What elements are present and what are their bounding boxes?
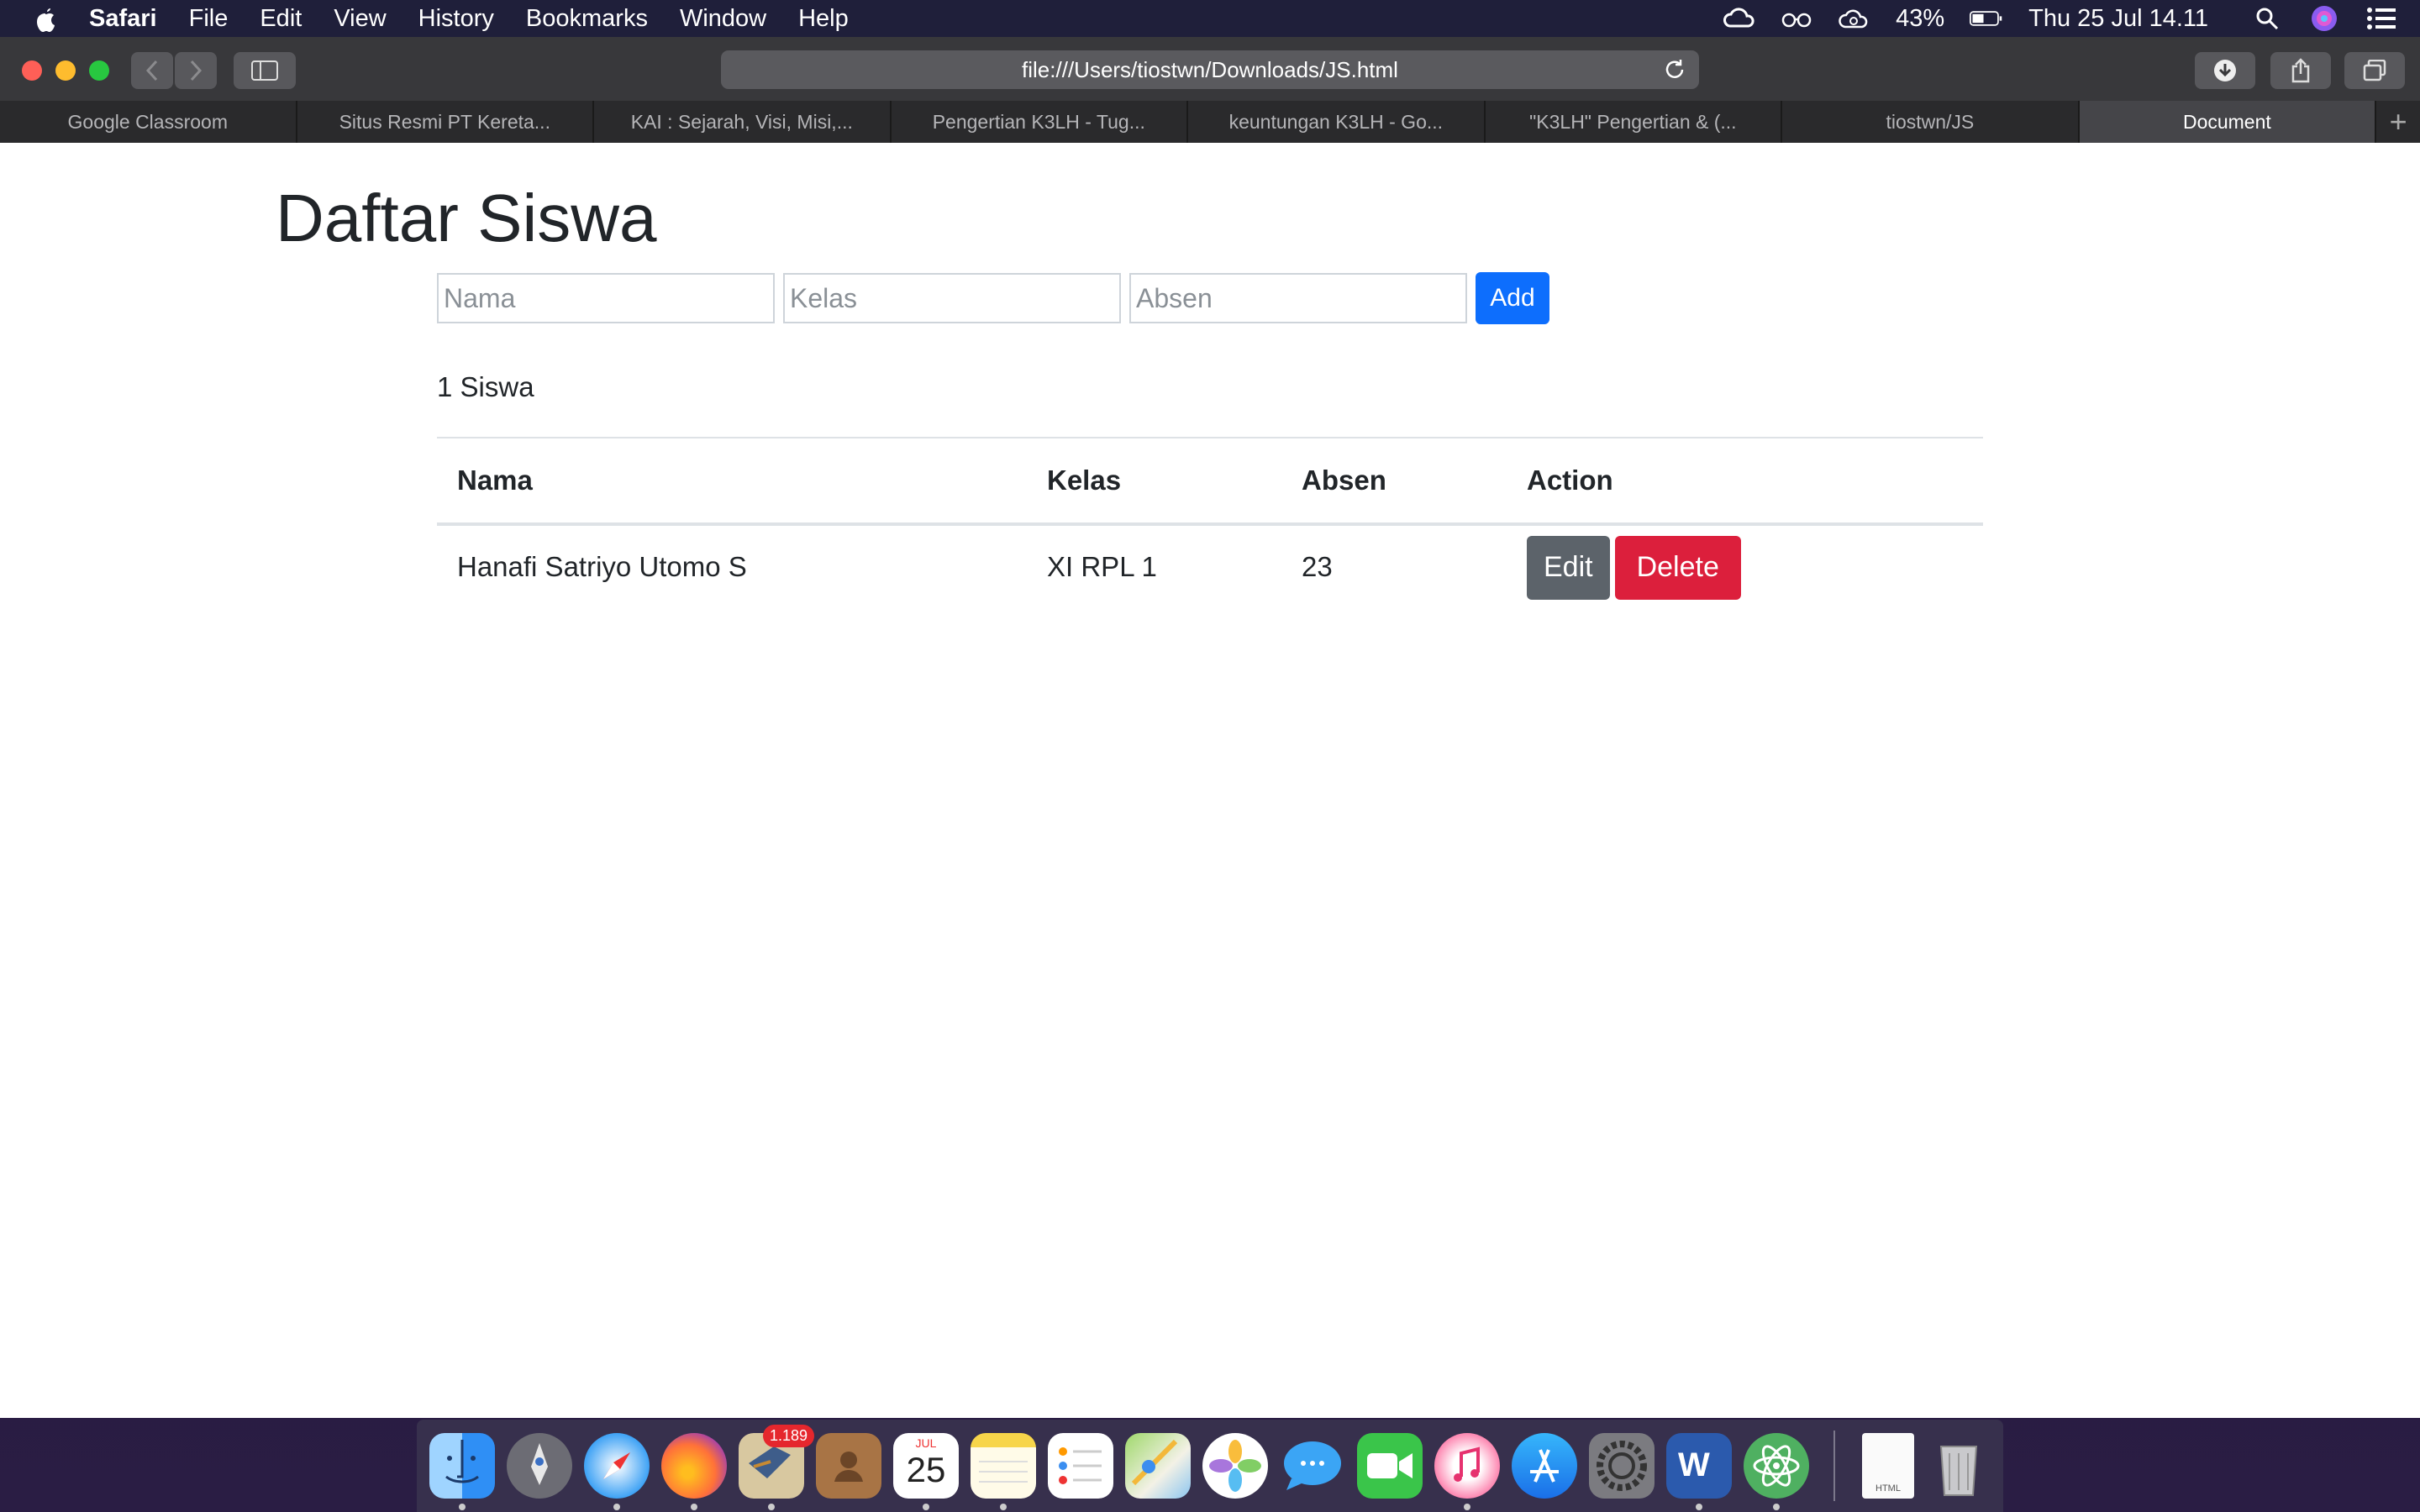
menu-history[interactable]: History [418, 5, 494, 33]
delete-button[interactable]: Delete [1614, 535, 1741, 600]
header-absen: Absen [1281, 437, 1507, 526]
word-letter: W [1678, 1446, 1710, 1483]
student-count: 1 Siswa [437, 371, 534, 402]
menu-view[interactable]: View [334, 5, 386, 33]
menu-file[interactable]: File [189, 5, 229, 33]
reload-icon[interactable] [1662, 57, 1687, 82]
launchpad-icon[interactable] [507, 1433, 572, 1499]
header-action: Action [1507, 437, 1983, 526]
web-page: Daftar Siswa Add 1 Siswa Nama Kelas Abse… [0, 143, 2420, 1418]
address-bar[interactable]: file:///Users/tiostwn/Downloads/JS.html [721, 50, 1699, 89]
calendar-month: JUL [915, 1436, 937, 1450]
download-icon [2214, 60, 2236, 81]
tab-overview-button[interactable] [2344, 52, 2405, 89]
absen-input[interactable] [1129, 273, 1467, 323]
close-window-button[interactable] [22, 60, 42, 81]
dock-separator [1833, 1431, 1835, 1501]
menu-window[interactable]: Window [680, 5, 766, 33]
notification-center-icon[interactable] [2365, 6, 2398, 31]
nama-input[interactable] [437, 273, 775, 323]
menu-edit[interactable]: Edit [260, 5, 302, 33]
app-store-icon[interactable] [1512, 1433, 1577, 1499]
photos-icon[interactable] [1202, 1433, 1268, 1499]
table-header-row: Nama Kelas Absen Action [437, 437, 1983, 526]
url-text: file:///Users/tiostwn/Downloads/JS.html [1022, 56, 1398, 82]
itunes-icon[interactable] [1434, 1433, 1500, 1510]
menu-help[interactable]: Help [798, 5, 849, 33]
calendar-day: 25 [906, 1450, 946, 1489]
sidebar-toggle-button[interactable] [234, 52, 296, 89]
browser-toolbar: file:///Users/tiostwn/Downloads/JS.html [0, 37, 2420, 102]
battery-percent: 43% [1896, 4, 1945, 32]
cell-action: Edit Delete [1507, 524, 1983, 635]
mail-icon[interactable]: 1.189 [739, 1425, 814, 1510]
minimize-window-button[interactable] [55, 60, 76, 81]
notes-icon[interactable] [971, 1433, 1036, 1510]
tab-k3lh-pengertian[interactable]: "K3LH" Pengertian & (... [1486, 101, 1783, 143]
chevron-right-icon [190, 60, 203, 81]
finder-icon[interactable] [429, 1433, 495, 1510]
chevron-left-icon [145, 60, 158, 81]
clock[interactable]: Thu 25 Jul 14.11 [2028, 5, 2208, 33]
edit-button[interactable]: Edit [1527, 535, 1610, 600]
safari-icon[interactable] [584, 1433, 650, 1510]
menu-bar: Safari File Edit View History Bookmarks … [0, 0, 2420, 37]
menu-bookmarks[interactable]: Bookmarks [526, 5, 648, 33]
safari-window: file:///Users/tiostwn/Downloads/JS.html … [0, 37, 2420, 1418]
maps-icon[interactable] [1125, 1433, 1191, 1499]
spotlight-search-icon[interactable] [2250, 6, 2284, 31]
header-nama: Nama [437, 437, 1027, 526]
tab-pengertian-k3lh[interactable]: Pengertian K3LH - Tug... [892, 101, 1189, 143]
header-kelas: Kelas [1027, 437, 1281, 526]
calendar-icon[interactable]: JUL 25 [893, 1433, 959, 1510]
apple-logo-icon[interactable] [32, 3, 59, 34]
zoom-window-button[interactable] [89, 60, 109, 81]
atom-icon[interactable] [1744, 1433, 1809, 1510]
mail-badge: 1.189 [762, 1425, 814, 1447]
forward-button[interactable] [175, 52, 217, 89]
cell-kelas: XI RPL 1 [1047, 551, 1157, 582]
back-button[interactable] [131, 52, 173, 89]
tab-kai-sejarah[interactable]: KAI : Sejarah, Visi, Misi,... [594, 101, 892, 143]
reminders-icon[interactable] [1048, 1433, 1113, 1499]
share-icon [2291, 58, 2310, 83]
downloads-button[interactable] [2195, 52, 2255, 89]
sidebar-icon [251, 60, 278, 81]
add-student-form: Add [437, 272, 1549, 324]
tab-tiostwn-js[interactable]: tiostwn/JS [1782, 101, 2080, 143]
html-document-icon[interactable]: HTML [1862, 1433, 1914, 1499]
tab-keuntungan-k3lh[interactable]: keuntungan K3LH - Go... [1188, 101, 1486, 143]
cell-absen: 23 [1302, 551, 1333, 582]
contacts-icon[interactable] [816, 1433, 881, 1499]
kelas-input[interactable] [783, 273, 1121, 323]
tab-google-classroom[interactable]: Google Classroom [0, 101, 297, 143]
facetime-icon[interactable] [1357, 1433, 1423, 1499]
new-tab-button[interactable]: + [2376, 101, 2420, 143]
siri-icon[interactable] [2307, 6, 2341, 31]
tab-document[interactable]: Document [2079, 101, 2377, 143]
glasses-icon[interactable] [1780, 6, 1813, 31]
system-preferences-icon[interactable] [1589, 1433, 1655, 1499]
cell-nama: Hanafi Satriyo Utomo S [457, 551, 747, 582]
messages-icon[interactable] [1280, 1433, 1345, 1499]
creative-cloud-icon[interactable] [1723, 6, 1756, 31]
word-icon[interactable]: W [1666, 1433, 1732, 1510]
menu-app-name[interactable]: Safari [89, 5, 157, 33]
tab-situs-resmi-kai[interactable]: Situs Resmi PT Kereta... [297, 101, 595, 143]
page-title: Daftar Siswa [276, 181, 657, 255]
firefox-icon[interactable] [661, 1433, 727, 1510]
status-area: 43% Thu 25 Jul 14.11 [1711, 0, 2420, 37]
trash-icon[interactable] [1926, 1433, 1991, 1499]
add-button[interactable]: Add [1476, 272, 1549, 324]
sync-cloud-icon[interactable] [1837, 6, 1870, 31]
table-row: Hanafi Satriyo Utomo S XI RPL 1 23 Edit D… [437, 524, 1983, 635]
student-table: Nama Kelas Absen Action Hanafi Satriyo U… [437, 437, 1983, 635]
tab-bar: Google Classroom Situs Resmi PT Kereta..… [0, 101, 2420, 143]
tab-overview-icon [2363, 60, 2386, 81]
share-button[interactable] [2270, 52, 2331, 89]
battery-icon[interactable] [1970, 6, 2003, 31]
doc-label: HTML [1876, 1483, 1901, 1494]
dock: 1.189 JUL 25 W HTML [417, 1420, 2003, 1512]
